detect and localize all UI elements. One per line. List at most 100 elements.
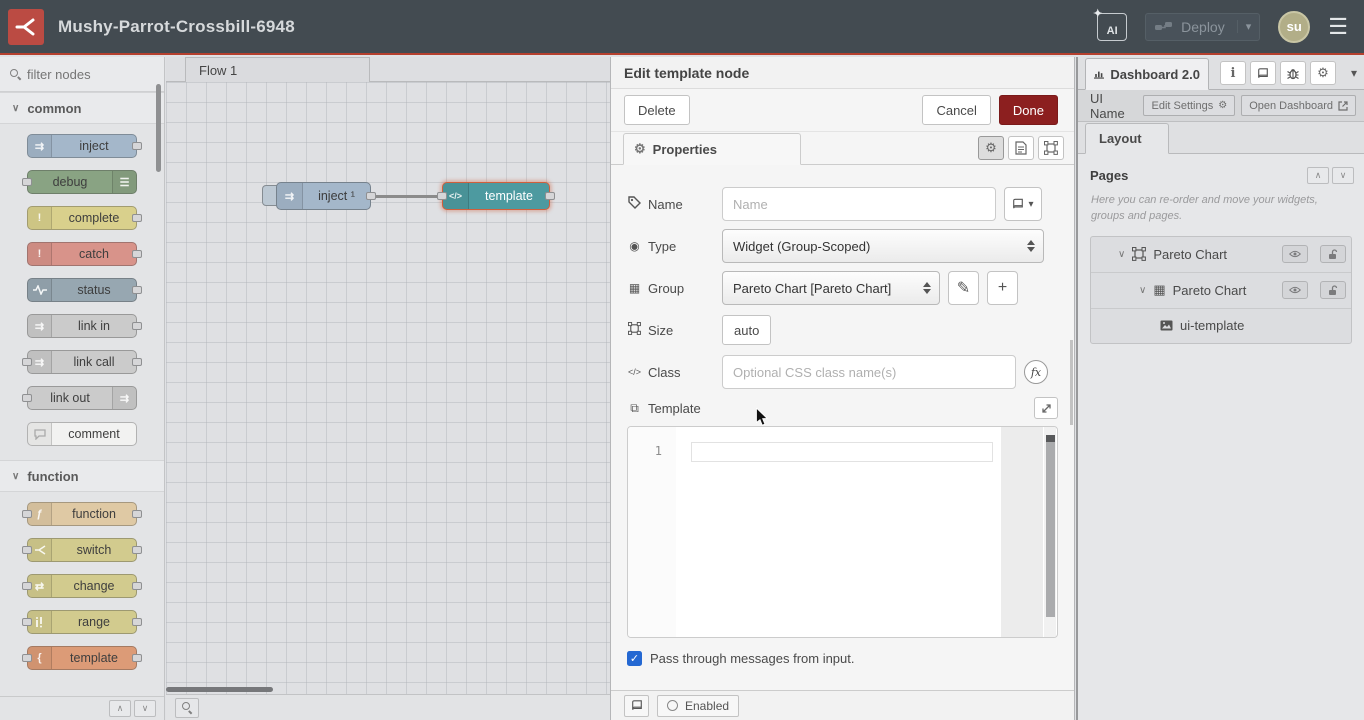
dialog-form: Name ▾ ◉ Type Widget (Group-Scoped): [611, 165, 1074, 666]
chevron-down-icon: ∨: [1139, 285, 1146, 296]
palette-search-input[interactable]: [27, 67, 147, 82]
output-port[interactable]: [545, 192, 555, 200]
palette-node-status[interactable]: status: [27, 278, 137, 302]
cancel-button[interactable]: Cancel: [922, 95, 990, 125]
label-options-button[interactable]: ▾: [1004, 187, 1042, 221]
tab-layout[interactable]: Layout: [1085, 123, 1169, 154]
zoom-search-button[interactable]: [175, 698, 199, 718]
scope-icon: ◉: [627, 239, 642, 253]
template-code-editor[interactable]: 1: [627, 426, 1058, 638]
info-tab-button[interactable]: i: [1220, 61, 1246, 85]
palette-node-link-call[interactable]: ⇉ link call: [27, 350, 137, 374]
lock-toggle-button[interactable]: [1320, 281, 1346, 299]
canvas-hscrollbar[interactable]: [166, 687, 610, 693]
palette-node-link-out[interactable]: link out ⇉: [27, 386, 137, 410]
palette-node-function[interactable]: ƒ function: [27, 502, 137, 526]
palette-node-change[interactable]: ⇄ change: [27, 574, 137, 598]
group-select[interactable]: Pareto Chart [Pareto Chart]: [722, 271, 940, 305]
document-icon: [1015, 141, 1027, 155]
add-group-button[interactable]: +: [987, 271, 1018, 305]
tab-properties[interactable]: ⚙ Properties: [623, 133, 801, 165]
name-input[interactable]: [722, 187, 996, 221]
input-port[interactable]: [437, 192, 447, 200]
output-port[interactable]: [366, 192, 376, 200]
deploy-button[interactable]: Deploy ▾: [1145, 13, 1260, 41]
select-arrows-icon: [1027, 240, 1035, 252]
sidebar-menu-caret-icon[interactable]: ▾: [1351, 66, 1357, 80]
delete-button[interactable]: Delete: [624, 95, 690, 125]
palette-node-template[interactable]: { template: [27, 646, 137, 670]
edit-template-node-dialog: Edit template node Delete Cancel Done ⚙ …: [610, 57, 1075, 720]
deploy-caret-icon[interactable]: ▾: [1237, 20, 1260, 33]
tree-item-group-pareto-chart[interactable]: ∨ ▦ Pareto Chart: [1091, 273, 1351, 309]
visibility-toggle-button[interactable]: [1282, 281, 1308, 299]
type-select[interactable]: Widget (Group-Scoped): [722, 229, 1044, 263]
dialog-footer: Enabled: [611, 690, 1074, 720]
help-tab-button[interactable]: [1250, 61, 1276, 85]
ai-assistant-button[interactable]: ✦ AI: [1097, 13, 1127, 41]
node-help-button[interactable]: [624, 695, 649, 717]
tab-flow-1[interactable]: Flow 1: [185, 57, 370, 82]
enabled-label: Enabled: [685, 699, 729, 713]
settings-tab-button[interactable]: ⚙: [1310, 61, 1336, 85]
input-port: [22, 546, 32, 554]
size-auto-button[interactable]: auto: [722, 315, 771, 345]
pass-through-checkbox[interactable]: ✓: [627, 651, 642, 666]
palette-node-debug[interactable]: debug ☰: [27, 170, 137, 194]
wire-inject-to-template[interactable]: [371, 195, 443, 198]
main-menu-icon[interactable]: ☰: [1328, 16, 1348, 38]
palette-node-switch[interactable]: switch: [27, 538, 137, 562]
palette-category-common[interactable]: ∨ common: [0, 92, 164, 124]
palette-node-range[interactable]: range: [27, 610, 137, 634]
user-avatar[interactable]: su: [1278, 11, 1310, 43]
template-label: Template: [648, 401, 701, 416]
workspace-grid[interactable]: ⇉ inject ¹ </> template: [166, 82, 610, 694]
collapse-all-button[interactable]: ∧: [109, 700, 131, 717]
edit-settings-button[interactable]: Edit Settings ⚙: [1143, 95, 1235, 116]
palette-function-nodes: ƒ function switch ⇄ change: [0, 492, 164, 684]
expand-all-button[interactable]: ∨: [134, 700, 156, 717]
layout-tab-bar: Layout: [1078, 122, 1364, 154]
edit-group-button[interactable]: ✎: [948, 271, 979, 305]
properties-view-button[interactable]: ⚙: [978, 136, 1004, 160]
debug-tab-button[interactable]: [1280, 61, 1306, 85]
pencil-icon: ✎: [957, 278, 970, 298]
image-icon: [1160, 320, 1173, 331]
tree-item-widget-ui-template[interactable]: ui-template: [1091, 309, 1351, 343]
expand-editor-button[interactable]: [1034, 397, 1058, 419]
palette-node-comment[interactable]: comment: [27, 422, 137, 446]
done-button[interactable]: Done: [999, 95, 1058, 125]
editor-scrollbar-thumb[interactable]: [1046, 435, 1055, 617]
dialog-scrollbar[interactable]: [1070, 340, 1073, 425]
expand-icon: [1041, 403, 1052, 414]
node-red-editor: Mushy-Parrot-Crossbill-6948 ✦ AI Deploy …: [0, 0, 1364, 720]
expand-pages-button[interactable]: ∨: [1332, 167, 1354, 184]
lock-toggle-button[interactable]: [1320, 245, 1346, 263]
collapse-pages-button[interactable]: ∧: [1307, 167, 1329, 184]
palette-node-link-in[interactable]: ⇉ link in: [27, 314, 137, 338]
palette-search[interactable]: [0, 57, 164, 92]
palette-category-function[interactable]: ∨ function: [0, 460, 164, 492]
mouse-cursor: [755, 408, 769, 433]
enabled-state-icon: [667, 700, 678, 711]
unlock-icon: [1328, 249, 1338, 260]
class-input[interactable]: [722, 355, 1016, 389]
flow-node-template-selected[interactable]: </> template: [442, 182, 550, 210]
fx-expression-button[interactable]: fx: [1024, 360, 1048, 384]
palette-node-complete[interactable]: ! complete: [27, 206, 137, 230]
description-view-button[interactable]: [1008, 136, 1034, 160]
gear-icon: ⚙: [634, 141, 646, 157]
pages-title: Pages: [1090, 168, 1307, 183]
editor-active-line[interactable]: [691, 442, 993, 462]
palette-node-inject[interactable]: ⇉ inject: [27, 134, 137, 158]
palette-scrollbar[interactable]: [156, 84, 161, 172]
flow-node-inject[interactable]: ⇉ inject ¹: [276, 182, 371, 210]
enabled-toggle-button[interactable]: Enabled: [657, 695, 739, 717]
chart-icon: [1094, 68, 1104, 80]
open-dashboard-button[interactable]: Open Dashboard: [1241, 95, 1356, 116]
appearance-view-button[interactable]: [1038, 136, 1064, 160]
palette-node-catch[interactable]: ! catch: [27, 242, 137, 266]
tree-item-page-pareto-chart[interactable]: ∨ Pareto Chart: [1091, 237, 1351, 273]
visibility-toggle-button[interactable]: [1282, 245, 1308, 263]
tab-dashboard-2[interactable]: Dashboard 2.0: [1085, 58, 1209, 90]
